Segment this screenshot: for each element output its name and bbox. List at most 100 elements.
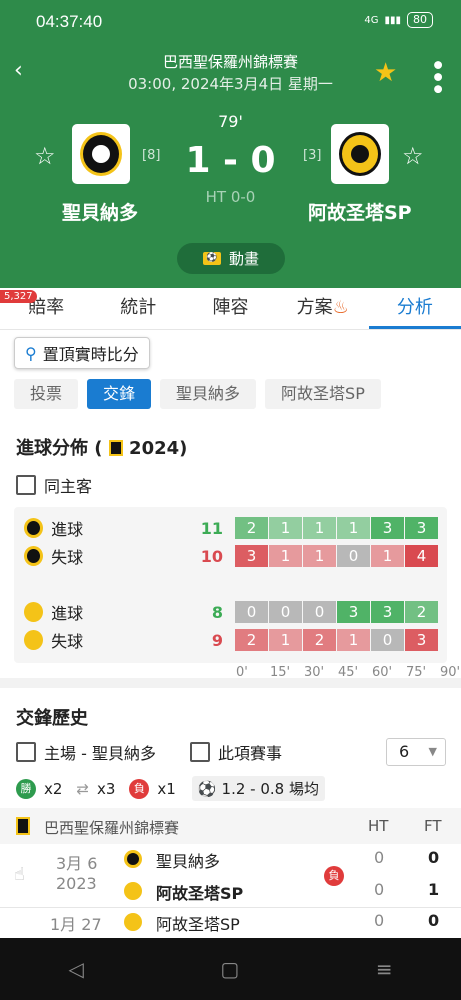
tab-plan[interactable]: 方案♨ xyxy=(277,288,369,329)
checkbox-label: 同主客 xyxy=(44,477,93,496)
nav-menu-icon[interactable]: ≡ xyxy=(376,957,393,981)
goal-distribution-title-text: 進球分佈 ( xyxy=(16,438,109,459)
more-icon[interactable]: ••• xyxy=(424,58,449,94)
result-badge: 負 xyxy=(324,866,344,886)
match-minute: 79' xyxy=(218,112,243,131)
loss-icon: 負 xyxy=(129,778,150,799)
goal-cell: 2 xyxy=(404,601,439,623)
subtab-h2h[interactable]: 交鋒 xyxy=(87,379,152,409)
average-goals-text: 1.2 - 0.8 場均 xyxy=(221,780,319,798)
goal-cell: 0 xyxy=(370,629,405,651)
home-filter-checkbox[interactable]: 主場 - 聖貝納多 xyxy=(16,740,156,764)
match-away-team: 阿故圣塔SP xyxy=(156,884,244,903)
checkbox-box[interactable] xyxy=(190,742,210,762)
draws-count: x3 xyxy=(97,779,116,798)
goal-row-total: 10 xyxy=(200,546,223,566)
axis-tick: 30' xyxy=(304,665,325,680)
subtab-home-team[interactable]: 聖貝納多 xyxy=(160,379,257,409)
goal-cell: 1 xyxy=(336,629,371,651)
nav-home-icon[interactable]: ▢ xyxy=(220,957,239,981)
match-count-value: 6 xyxy=(399,742,410,761)
goal-row-label: 失球 xyxy=(51,548,84,567)
col-ht: HT xyxy=(368,817,389,835)
goal-cell: 0 xyxy=(234,601,269,623)
win-icon: 勝 xyxy=(16,778,36,799)
ft-home: 0 xyxy=(428,911,440,930)
goal-cell: 3 xyxy=(404,517,439,539)
league-icon xyxy=(108,440,123,456)
goal-cell: 1 xyxy=(268,517,303,539)
goal-cell: 2 xyxy=(302,629,337,651)
goal-cell: 1 xyxy=(302,545,337,567)
pin-label: 置頂實時比分 xyxy=(42,345,139,364)
axis-tick: 0' xyxy=(236,665,248,680)
ft-home: 0 xyxy=(428,848,440,867)
battery-icon: 80 xyxy=(407,12,433,28)
competition-filter-label: 此項賽事 xyxy=(218,744,283,763)
away-team-icon xyxy=(124,882,142,900)
home-team-icon xyxy=(124,913,142,931)
competition-filter-checkbox[interactable]: 此項賽事 xyxy=(190,740,282,764)
losses-count: x1 xyxy=(157,779,176,798)
tab-stats[interactable]: 統計 xyxy=(92,288,184,329)
subtab-vote[interactable]: 投票 xyxy=(14,379,79,409)
away-rank: [3] xyxy=(303,148,322,163)
goal-cell: 1 xyxy=(336,517,371,539)
goal-cell: 0 xyxy=(268,601,303,623)
tab-plan-label: 方案 xyxy=(296,297,333,318)
h2h-league-name: 巴西聖保羅州錦標賽 xyxy=(44,819,180,837)
goal-cell: 3 xyxy=(336,601,371,623)
checkbox-box[interactable] xyxy=(16,475,36,495)
away-logo[interactable] xyxy=(331,124,389,184)
chevron-down-icon: ▼ xyxy=(428,745,437,758)
goal-row-label: 進球 xyxy=(51,604,84,623)
match-count-select[interactable]: 6 ▼ xyxy=(386,738,446,766)
goal-distribution-year: 2024) xyxy=(129,438,188,459)
h2h-title: 交鋒歷史 xyxy=(16,708,88,729)
goal-row-conceded: 失球 9 2 1 2 1 0 3 xyxy=(24,629,439,651)
match-home-team: 阿故圣塔SP xyxy=(156,915,240,934)
handshake-icon: ⇄ xyxy=(76,779,89,798)
axis-tick: 60' xyxy=(372,665,393,680)
axis-tick: 75' xyxy=(406,665,427,680)
goal-cell: 3 xyxy=(370,517,405,539)
tap-icon: ☝ xyxy=(14,864,25,885)
checkbox-box[interactable] xyxy=(16,742,36,762)
notification-badge: 5,327 xyxy=(0,290,37,303)
goal-distribution-chart: 進球 11 2 1 1 1 3 3 失球 10 3 1 1 0 1 4 進球 8 0 0 0 3 3 2 失球 9 2 1 2 1 0 3 0… xyxy=(14,507,460,680)
pitch-icon: ⚽ xyxy=(202,252,221,265)
status-time: 04:37:40 xyxy=(36,12,103,31)
goal-row-scored: 進球 11 2 1 1 1 3 3 xyxy=(24,517,439,539)
ht-home: 0 xyxy=(374,911,385,930)
away-star-icon[interactable]: ☆ xyxy=(402,142,424,170)
nav-back-icon[interactable]: ◁ xyxy=(68,957,83,981)
home-team-name[interactable]: 聖貝納多 xyxy=(62,198,138,225)
goal-cell: 2 xyxy=(234,629,269,651)
h2h-panel: 交鋒歷史 主場 - 聖貝納多 此項賽事 6 ▼ 勝 x2 ⇄ x3 負 x1 ⚽ 1.2 … xyxy=(0,688,461,949)
goal-row-conceded: 失球 10 3 1 1 0 1 4 xyxy=(24,545,439,567)
goal-cell: 3 xyxy=(404,629,439,651)
animation-button[interactable]: ⚽ 動畫 xyxy=(177,243,285,274)
goal-cell: 1 xyxy=(268,629,303,651)
ft-away: 1 xyxy=(428,880,440,899)
goal-row-scored: 進球 8 0 0 0 3 3 2 xyxy=(24,601,439,623)
goal-row-total: 9 xyxy=(211,630,223,650)
goal-row-total: 8 xyxy=(211,602,223,622)
subtab-away-team[interactable]: 阿故圣塔SP xyxy=(265,379,381,409)
same-home-away-checkbox[interactable]: 同主客 xyxy=(16,473,92,497)
goal-cell: 0 xyxy=(302,601,337,623)
average-goals: ⚽ 1.2 - 0.8 場均 xyxy=(191,776,325,801)
away-team-name[interactable]: 阿故圣塔SP xyxy=(308,198,412,225)
match-header: 04:37:40 4G ▮▮▮ 80 ‹ 巴西聖保羅州錦標賽 03:00, 2024… xyxy=(0,0,461,288)
goal-cell: 1 xyxy=(370,545,405,567)
ball-icon: ⚽ xyxy=(197,779,217,798)
h2h-match-row[interactable]: ☝ 3月 6 2023 聖貝納多 阿故圣塔SP 負 0 0 0 1 xyxy=(0,844,461,908)
favorite-star-icon[interactable]: ★ xyxy=(374,58,397,88)
tab-analysis[interactable]: 分析 xyxy=(368,288,461,329)
status-icons: 4G ▮▮▮ 80 xyxy=(364,12,433,28)
signal-icon: ▮▮▮ xyxy=(384,14,401,26)
pin-live-score-button[interactable]: ⚲ 置頂實時比分 xyxy=(14,337,150,369)
goal-cell: 3 xyxy=(370,601,405,623)
axis-tick: 45' xyxy=(338,665,359,680)
tab-lineup[interactable]: 陣容 xyxy=(184,288,276,329)
